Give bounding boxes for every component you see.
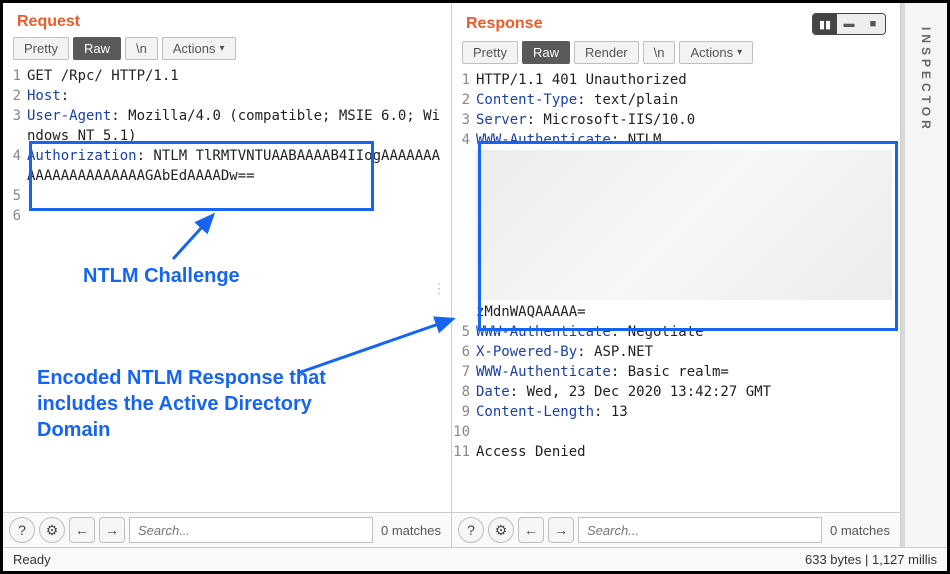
actions-dropdown[interactable]: Actions▾ [679, 41, 753, 64]
code-content: X-Powered-By: ASP.NET [476, 342, 900, 362]
code-content: Server: Microsoft-IIS/10.0 [476, 110, 900, 130]
code-line: 9Content-Length: 13 [452, 402, 900, 422]
code-line: 1GET /Rpc/ HTTP/1.1 [3, 66, 451, 86]
gutter: 1 [452, 70, 476, 90]
gutter: 6 [452, 342, 476, 362]
gutter: 7 [452, 362, 476, 382]
tab-newline[interactable]: \n [125, 37, 158, 60]
gutter: 2 [452, 90, 476, 110]
request-editor[interactable]: ⋮ 1GET /Rpc/ HTTP/1.12Host: 3User-Agent:… [3, 66, 451, 512]
code-content [27, 206, 451, 226]
tab-raw[interactable]: Raw [73, 37, 121, 60]
gutter: 5 [452, 322, 476, 342]
response-pane: Response ▮▮ ▬ ■ Pretty Raw Render \n Act… [452, 3, 901, 547]
actions-dropdown[interactable]: Actions▾ [162, 37, 236, 60]
gutter: 3 [452, 110, 476, 130]
code-content: Host: [27, 86, 451, 106]
tab-newline[interactable]: \n [643, 41, 676, 64]
response-title: Response [466, 15, 542, 33]
annotation-encoded: Encoded NTLM Response that includes the … [37, 365, 367, 443]
gear-icon[interactable]: ⚙ [39, 517, 65, 543]
code-content: Authorization: NTLM TlRMTVNTUAABAAAAB4II… [27, 146, 451, 186]
status-left: Ready [13, 552, 51, 567]
redacted-block: zMdnWAQAAAAA= [452, 150, 900, 322]
gutter: 3 [3, 106, 27, 146]
code-line: 2Host: [3, 86, 451, 106]
request-toolbar: Pretty Raw \n Actions▾ [3, 37, 451, 66]
tab-pretty[interactable]: Pretty [13, 37, 69, 60]
code-line: 1HTTP/1.1 401 Unauthorized [452, 70, 900, 90]
code-line: 2Content-Type: text/plain [452, 90, 900, 110]
forward-icon[interactable]: → [99, 517, 125, 543]
gutter: 10 [452, 422, 476, 442]
code-content: WWW-Authenticate: Negotiate [476, 322, 900, 342]
back-icon[interactable]: ← [518, 517, 544, 543]
code-line: 11Access Denied [452, 442, 900, 462]
gutter: 6 [3, 206, 27, 226]
layout-single-icon[interactable]: ■ [861, 14, 885, 34]
code-content: HTTP/1.1 401 Unauthorized [476, 70, 900, 90]
request-footer: ? ⚙ ← → 0 matches [3, 512, 451, 547]
chevron-down-icon: ▾ [737, 47, 742, 58]
code-content: Content-Length: 13 [476, 402, 900, 422]
code-line: 6 [3, 206, 451, 226]
drag-handle-icon[interactable]: ⋮ [432, 279, 445, 299]
code-line: 4Authorization: NTLM TlRMTVNTUAABAAAAB4I… [3, 146, 451, 186]
tab-raw[interactable]: Raw [522, 41, 570, 64]
inspector-panel[interactable]: INSPECTOR [901, 3, 947, 547]
code-content: WWW-Authenticate: Basic realm= [476, 362, 900, 382]
code-line: 3User-Agent: Mozilla/4.0 (compatible; MS… [3, 106, 451, 146]
response-editor[interactable]: 1HTTP/1.1 401 Unauthorized2Content-Type:… [452, 70, 900, 512]
tab-render[interactable]: Render [574, 41, 639, 64]
tab-pretty[interactable]: Pretty [462, 41, 518, 64]
inspector-handle-icon[interactable] [916, 11, 936, 15]
code-content: Content-Type: text/plain [476, 90, 900, 110]
code-content: Date: Wed, 23 Dec 2020 13:42:27 GMT [476, 382, 900, 402]
forward-icon[interactable]: → [548, 517, 574, 543]
code-content: Access Denied [476, 442, 900, 462]
status-bar: Ready 633 bytes | 1,127 millis [3, 547, 947, 571]
search-input[interactable] [129, 517, 373, 543]
status-right: 633 bytes | 1,127 millis [805, 552, 937, 567]
code-line: 8Date: Wed, 23 Dec 2020 13:42:27 GMT [452, 382, 900, 402]
response-toolbar: Pretty Raw Render \n Actions▾ [452, 41, 900, 70]
gutter: 2 [3, 86, 27, 106]
gutter: 11 [452, 442, 476, 462]
layout-toggle[interactable]: ▮▮ ▬ ■ [812, 13, 886, 35]
gutter: 9 [452, 402, 476, 422]
search-input[interactable] [578, 517, 822, 543]
code-line: 4WWW-Authenticate: NTLM [452, 130, 900, 150]
gutter: 5 [3, 186, 27, 206]
code-line: 7WWW-Authenticate: Basic realm= [452, 362, 900, 382]
layout-split-icon[interactable]: ▮▮ [813, 14, 837, 34]
code-content: User-Agent: Mozilla/4.0 (compatible; MSI… [27, 106, 451, 146]
inspector-label: INSPECTOR [919, 27, 933, 133]
request-title: Request [17, 13, 80, 31]
annotation-challenge: NTLM Challenge [83, 265, 240, 288]
match-count: 0 matches [377, 523, 445, 538]
code-content: GET /Rpc/ HTTP/1.1 [27, 66, 451, 86]
gutter: 8 [452, 382, 476, 402]
code-line: 10 [452, 422, 900, 442]
chevron-down-icon: ▾ [219, 43, 224, 54]
code-line: 3Server: Microsoft-IIS/10.0 [452, 110, 900, 130]
back-icon[interactable]: ← [69, 517, 95, 543]
response-footer: ? ⚙ ← → 0 matches [452, 512, 900, 547]
code-content [476, 422, 900, 442]
match-count: 0 matches [826, 523, 894, 538]
code-line: 6X-Powered-By: ASP.NET [452, 342, 900, 362]
help-icon[interactable]: ? [458, 517, 484, 543]
gutter: 4 [3, 146, 27, 186]
request-pane: Request Pretty Raw \n Actions▾ ⋮ 1GET /R… [3, 3, 452, 547]
gear-icon[interactable]: ⚙ [488, 517, 514, 543]
gutter: 4 [452, 130, 476, 150]
code-line: 5WWW-Authenticate: Negotiate [452, 322, 900, 342]
gutter: 1 [3, 66, 27, 86]
code-content [27, 186, 451, 206]
code-line: 5 [3, 186, 451, 206]
code-content: WWW-Authenticate: NTLM [476, 130, 900, 150]
help-icon[interactable]: ? [9, 517, 35, 543]
layout-stack-icon[interactable]: ▬ [837, 14, 861, 34]
